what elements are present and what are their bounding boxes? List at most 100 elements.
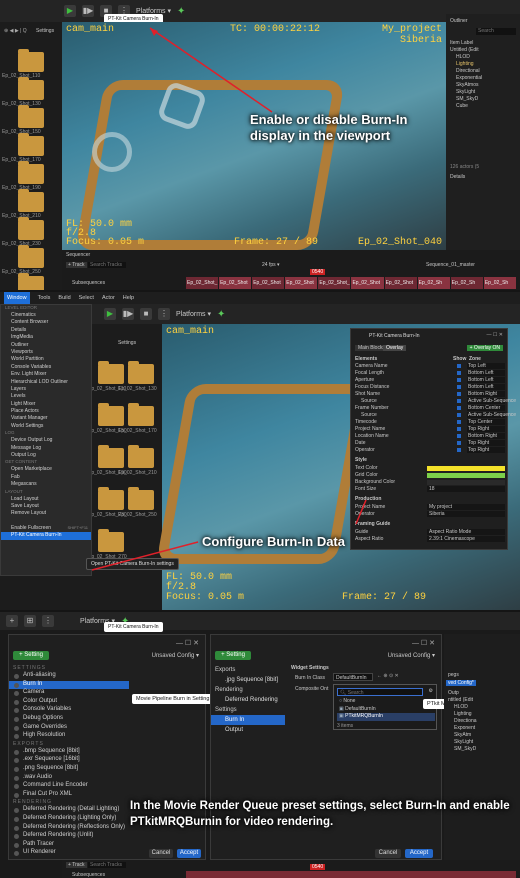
- setting-item[interactable]: Camera: [9, 689, 129, 698]
- details-tab[interactable]: Details: [450, 174, 465, 180]
- outliner-item[interactable]: Lighting: [456, 61, 474, 67]
- setting-item[interactable]: Game Overrides: [9, 724, 129, 733]
- bg-config[interactable]: ved Config*: [446, 680, 476, 686]
- panel-viewport-burnin: ▶ ▮▶ ■ ⋮ Platforms ▾ ✦ PT-Kit Camera Bur…: [0, 0, 520, 290]
- setting-item[interactable]: Burn In: [9, 680, 129, 690]
- class-option[interactable]: ○ None: [337, 698, 435, 706]
- unsaved-config-dropdown[interactable]: Unsaved Config ▾: [152, 652, 199, 659]
- setting-item[interactable]: Color Output: [9, 698, 129, 707]
- window-controls[interactable]: — ☐ ✕: [176, 639, 199, 647]
- tree-item[interactable]: Deferred Rendering: [211, 695, 285, 705]
- outliner-item[interactable]: SkyAtmos: [456, 82, 479, 88]
- tree-item[interactable]: Output: [211, 725, 285, 735]
- setting-item[interactable]: High Resolution: [9, 732, 129, 741]
- playhead-frame[interactable]: 0540: [310, 864, 326, 870]
- subsequences-track[interactable]: Subsequences: [72, 280, 105, 286]
- unsaved-config-dropdown[interactable]: Unsaved Config ▾: [388, 652, 435, 659]
- tree-item[interactable]: .jpg Sequence [8bit]: [211, 675, 285, 685]
- outliner-item[interactable]: Exponential: [456, 75, 482, 81]
- shot-clip[interactable]: Ep_02_Sh: [483, 277, 516, 289]
- option-label: None: [343, 698, 356, 704]
- bg-list-item: SM_SkyD: [454, 746, 477, 752]
- view-icon[interactable]: ⊞: [24, 615, 36, 627]
- search-icon: 🔍︎: [340, 690, 348, 696]
- playhead-frame[interactable]: 0540: [310, 269, 326, 275]
- outliner-item[interactable]: Untitled (Edit: [450, 47, 479, 53]
- subsequences-track[interactable]: Subsequences: [72, 872, 105, 878]
- tree-group[interactable]: Settings: [211, 705, 285, 715]
- setting-item[interactable]: Deferred Rendering (Lighting Only): [9, 815, 129, 824]
- outliner-item[interactable]: HLOD: [456, 54, 470, 60]
- picker-search[interactable]: 🔍︎ Search: [337, 688, 423, 696]
- option-label: DefaultBurnIn: [345, 705, 376, 712]
- class-actions[interactable]: ← ⊕ ⊙ ✕: [377, 673, 399, 679]
- tree-group[interactable]: Rendering: [211, 685, 285, 695]
- panel-window-menu: Window Tools Build Select Actor Help ▶ ▮▶ ■ ⋮…: [0, 292, 520, 610]
- sequence-name: Sequence_01_master: [426, 262, 475, 268]
- setting-item[interactable]: .wav Audio: [9, 774, 129, 783]
- outliner-item[interactable]: SM_SkyD: [456, 96, 478, 102]
- outliner-search[interactable]: Search: [476, 28, 516, 35]
- add-track-button[interactable]: + Track: [66, 862, 87, 868]
- setting-item[interactable]: Deferred Rendering (Unlit): [9, 832, 129, 841]
- picker-count: 3 items: [337, 723, 354, 729]
- class-option[interactable]: ▣ PTkitMRQBurnIn: [337, 713, 435, 721]
- setting-item[interactable]: Command Line Encoder: [9, 782, 129, 791]
- accept-button[interactable]: Accept: [405, 849, 433, 858]
- settings-group-header: EXPORTS: [13, 740, 44, 747]
- shot-clip[interactable]: Ep_02_Sh: [450, 277, 483, 289]
- tree-group[interactable]: Exports: [211, 665, 285, 675]
- setting-item[interactable]: Deferred Rendering (Reflections Only): [9, 824, 129, 833]
- fps-dropdown[interactable]: 24 fps ▾: [262, 262, 280, 268]
- cancel-button[interactable]: Cancel: [149, 849, 173, 858]
- add-setting-button[interactable]: + Setting: [215, 651, 251, 660]
- shot-clip[interactable]: Ep_02_Shot: [351, 277, 384, 289]
- callout-text: Enable or disable Burn-In display in the…: [250, 112, 408, 143]
- shot-clip[interactable]: Ep_02_Shot: [285, 277, 318, 289]
- burnin-tooltip-3: PT-Kit Camera Burn-In: [104, 622, 163, 632]
- window-controls[interactable]: — ☐ ✕: [412, 639, 435, 647]
- shot-clip[interactable]: Ep_02_Shot: [384, 277, 417, 289]
- setting-item[interactable]: UI Renderer: [9, 849, 129, 858]
- page: ▶ ▮▶ ■ ⋮ Platforms ▾ ✦ PT-Kit Camera Bur…: [0, 0, 520, 878]
- burnin-setting-tooltip: Movie Pipeline Burn in Setting: [132, 694, 214, 704]
- option-label: PTkitMRQBurnIn: [345, 713, 383, 719]
- accept-button[interactable]: Accept: [177, 849, 201, 858]
- track-search[interactable]: Search Tracks: [88, 862, 126, 868]
- tree-item[interactable]: Burn In: [211, 715, 285, 725]
- outliner-item[interactable]: Item Label: [450, 40, 473, 46]
- setting-item[interactable]: Debug Options: [9, 715, 129, 724]
- setting-item[interactable]: Deferred Rendering (Detail Lighting): [9, 806, 129, 815]
- class-option[interactable]: ▣ DefaultBurnIn: [337, 706, 435, 714]
- cancel-button[interactable]: Cancel: [375, 849, 401, 858]
- settings-group-header: RENDERING: [13, 799, 53, 806]
- setting-item[interactable]: Path Tracer: [9, 841, 129, 850]
- outliner-item[interactable]: Cube: [456, 103, 468, 109]
- shot-clip[interactable]: Ep_02_Shot_: [318, 277, 351, 289]
- shot-strip: Ep_02_Shot_ Ep_02_Shot Ep_02_Shot Ep_02_Sho…: [186, 277, 516, 289]
- burnin-class-label: Burn In Class: [295, 675, 326, 681]
- shot-clip[interactable]: Ep_02_Shot: [219, 277, 252, 289]
- add-icon[interactable]: +: [6, 615, 18, 627]
- add-track-button[interactable]: + Track: [66, 262, 87, 268]
- bg-list-item: SkyLight: [454, 739, 474, 745]
- bg-label: pegs: [448, 672, 459, 678]
- track-search[interactable]: Search Tracks: [88, 262, 126, 268]
- options-icon[interactable]: ⋮: [42, 615, 54, 627]
- outliner-item[interactable]: Directional: [456, 68, 480, 74]
- outliner-item[interactable]: SkyLight: [456, 89, 475, 95]
- setting-item[interactable]: Anti-aliasing: [9, 672, 129, 681]
- setting-item[interactable]: .png Sequence [8bit]: [9, 765, 129, 774]
- class-picker-popup: 🔍︎ Search ⚙ ○ None ▣ DefaultBurnIn ▣ PTkit…: [333, 684, 437, 730]
- shot-clip[interactable]: Ep_02_Shot_: [186, 277, 219, 289]
- shot-clip[interactable]: Ep_02_Sh: [417, 277, 450, 289]
- picker-settings-icon[interactable]: ⚙: [429, 688, 433, 694]
- panel-mrq: + ⊞ ⋮ Platforms ▾ ✦ PT-Kit Camera Burn-I…: [0, 612, 520, 878]
- burnin-class-dropdown[interactable]: DefaultBurnIn: [333, 673, 373, 681]
- setting-item[interactable]: Console Variables: [9, 706, 129, 715]
- add-setting-button[interactable]: + Setting: [13, 651, 49, 660]
- shot-clip[interactable]: Ep_02_Shot: [252, 277, 285, 289]
- setting-item[interactable]: .bmp Sequence [8bit]: [9, 748, 129, 757]
- setting-item[interactable]: Final Cut Pro XML: [9, 791, 129, 800]
- setting-item[interactable]: .exr Sequence [16bit]: [9, 756, 129, 765]
